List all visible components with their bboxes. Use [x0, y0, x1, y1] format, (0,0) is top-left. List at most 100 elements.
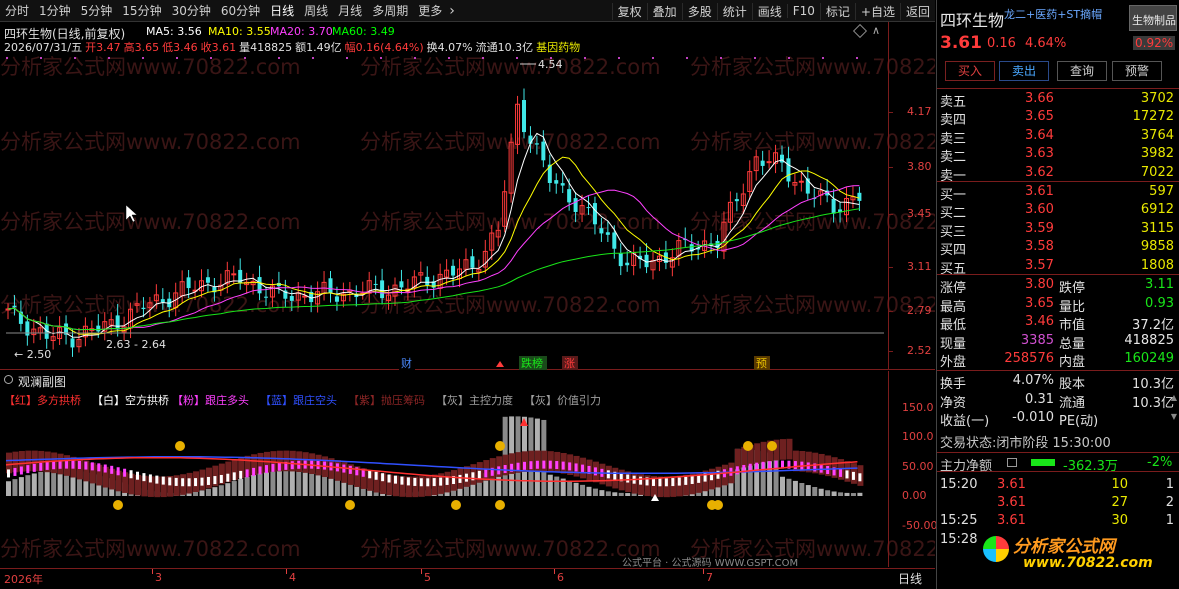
- period-tab-2[interactable]: 5分钟: [76, 2, 118, 19]
- order-row-asks-0[interactable]: 卖五 3.66 3702: [937, 90, 1179, 110]
- value-bar: [296, 469, 302, 496]
- scroll-down-icon[interactable]: ▼: [1171, 412, 1177, 421]
- trend-dash: [368, 470, 372, 479]
- main-flow-value: -362.3万: [1063, 459, 1118, 474]
- price-tick-0: 4.17: [907, 105, 932, 118]
- order-volume: 17272: [1132, 109, 1174, 125]
- sector-change: 0.92%: [1133, 36, 1176, 50]
- period-tab-6[interactable]: 日线: [265, 2, 299, 19]
- sell-button[interactable]: 卖出: [999, 61, 1049, 81]
- logo-url: www.70822.com: [1023, 555, 1153, 571]
- alert-button[interactable]: 预警: [1112, 61, 1162, 81]
- trend-dash: [381, 473, 385, 482]
- action-button-8[interactable]: 返回: [899, 2, 935, 20]
- stat2-row-1: 净资 0.31 流通 10.3亿: [937, 391, 1179, 411]
- order-row-bids-4[interactable]: 买五 3.57 1808: [937, 257, 1179, 277]
- stat-value: 3.80: [1025, 277, 1054, 292]
- period-tab-4[interactable]: 30分钟: [167, 2, 216, 19]
- action-button-1[interactable]: 叠加: [646, 2, 682, 20]
- value-bar: [270, 470, 276, 496]
- query-button[interactable]: 查询: [1057, 61, 1107, 81]
- action-button-3[interactable]: 统计: [716, 2, 752, 20]
- order-row-bids-3[interactable]: 买四 3.58 9858: [937, 238, 1179, 259]
- trend-dash: [374, 471, 378, 480]
- scroll-up-icon[interactable]: ▲: [1171, 393, 1177, 402]
- order-label: 卖三: [940, 131, 967, 147]
- order-label: 买三: [940, 224, 967, 240]
- period-tab-10[interactable]: 更多: [413, 2, 447, 19]
- order-label: 买四: [940, 243, 967, 259]
- tick-volume: 30: [1111, 513, 1128, 529]
- order-label: 买二: [940, 206, 967, 222]
- chevron-right-icon[interactable]: ›: [447, 3, 457, 19]
- sector-button[interactable]: 生物制品: [1129, 5, 1177, 31]
- action-button-4[interactable]: 画线: [751, 2, 787, 20]
- value-bar: [244, 476, 250, 496]
- order-row-bids-1[interactable]: 买二 3.60 6912: [937, 201, 1179, 222]
- dot-marker: [720, 57, 722, 59]
- value-bar: [850, 493, 856, 496]
- trend-dash: [793, 461, 797, 470]
- main-flow-row: 主力净额 -362.3万 -2%: [937, 452, 1179, 474]
- list-icon[interactable]: [1007, 458, 1017, 467]
- action-button-6[interactable]: 标记: [819, 2, 855, 20]
- order-row-bids-2[interactable]: 买三 3.59 3115: [937, 220, 1179, 240]
- price-tick-4: 2.79: [907, 304, 932, 317]
- period-label[interactable]: 日线: [898, 570, 922, 587]
- order-price: 3.62: [1025, 164, 1054, 180]
- trend-dash: [148, 474, 152, 483]
- trend-dash: [213, 476, 217, 485]
- order-row-asks-1[interactable]: 卖四 3.65 17272: [937, 108, 1179, 128]
- period-tab-3[interactable]: 15分钟: [117, 2, 166, 19]
- candle-body: [160, 299, 165, 303]
- time-label-4: 6: [557, 571, 564, 584]
- candle-body: [586, 207, 591, 209]
- dot-marker: [380, 57, 382, 59]
- candlestick-chart[interactable]: 分析家公式网www.70822.com 分析家公式网www.70822.com 分析…: [0, 22, 935, 370]
- dot-marker: [142, 57, 144, 59]
- indicator-chart[interactable]: 分析家公式网www.70822.com 分析家公式网www.70822.com 分析…: [0, 371, 935, 567]
- stat-label: 跌停: [1059, 281, 1086, 296]
- trend-dash: [271, 463, 275, 472]
- trend-dash: [419, 478, 423, 487]
- trend-dash: [768, 461, 772, 470]
- order-price: 3.58: [1025, 239, 1054, 255]
- period-tab-7[interactable]: 周线: [299, 2, 333, 19]
- order-row-asks-2[interactable]: 卖三 3.64 3764: [937, 127, 1179, 147]
- period-tab-8[interactable]: 月线: [333, 2, 367, 19]
- order-row-bids-0[interactable]: 买一 3.61 597: [937, 183, 1179, 203]
- trend-dash: [664, 478, 668, 487]
- action-button-0[interactable]: 复权: [611, 2, 647, 20]
- action-button-5[interactable]: F10: [786, 4, 820, 18]
- value-bar: [257, 473, 263, 496]
- trend-dash: [826, 465, 830, 474]
- candle-body: [373, 283, 378, 285]
- value-bar: [251, 475, 257, 496]
- order-row-asks-4[interactable]: 卖一 3.62 7022: [937, 164, 1179, 184]
- action-button-2[interactable]: 多股: [681, 2, 717, 20]
- stock-name: 四环生物: [940, 11, 1005, 30]
- order-row-asks-3[interactable]: 卖二 3.63 3982: [937, 145, 1179, 165]
- order-price: 3.60: [1025, 202, 1054, 218]
- period-tab-1[interactable]: 1分钟: [34, 2, 76, 19]
- indicator-tick-4: -50.00: [902, 519, 938, 532]
- candle-body: [399, 281, 404, 288]
- candle-body: [857, 192, 862, 201]
- money-bag-icon: [713, 500, 723, 510]
- trend-dash: [735, 466, 739, 475]
- dot-marker: [6, 57, 8, 59]
- value-bar: [592, 488, 598, 496]
- trend-dash: [181, 478, 185, 487]
- trend-dash: [387, 474, 391, 483]
- buy-button[interactable]: 买入: [945, 61, 995, 81]
- order-price: 3.66: [1025, 91, 1054, 106]
- dot-marker: [686, 57, 688, 59]
- period-tab-0[interactable]: 分时: [0, 2, 34, 19]
- stat-label: 内盘: [1059, 355, 1086, 371]
- period-tab-5[interactable]: 60分钟: [216, 2, 265, 19]
- action-button-7[interactable]: +自选: [854, 2, 900, 20]
- price-tick-mark-0: [889, 112, 893, 113]
- stat2-label: 收益(一): [940, 414, 990, 430]
- period-tab-9[interactable]: 多周期: [367, 2, 413, 19]
- trend-dash: [26, 465, 30, 474]
